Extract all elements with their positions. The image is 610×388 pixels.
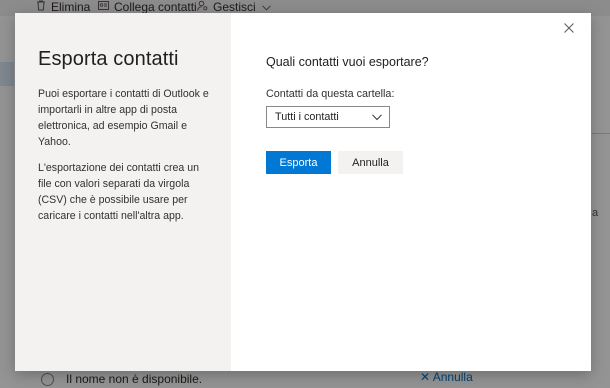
close-icon (564, 23, 574, 33)
export-contacts-dialog: Esporta contatti Puoi esportare i contat… (15, 13, 591, 371)
folder-select-value: Tutti i contatti (275, 111, 339, 123)
chevron-down-icon (372, 112, 382, 124)
dialog-info-panel: Esporta contatti Puoi esportare i contat… (15, 13, 231, 371)
export-button[interactable]: Esporta (266, 151, 331, 174)
dialog-form-panel: Quali contatti vuoi esportare? Contatti … (231, 13, 591, 371)
folder-field-label: Contatti da questa cartella: (266, 88, 395, 100)
modal-overlay: Esporta contatti Puoi esportare i contat… (0, 0, 610, 388)
close-button[interactable] (562, 21, 576, 35)
cancel-button[interactable]: Annulla (338, 151, 403, 174)
dialog-description-1: Puoi esportare i contatti di Outlook e i… (38, 88, 209, 148)
dialog-title: Esporta contatti (38, 48, 179, 70)
export-question: Quali contatti vuoi esportare? (266, 55, 429, 69)
folder-select[interactable]: Tutti i contatti (266, 106, 390, 128)
dialog-description-2: L'esportazione dei contatti crea un file… (38, 162, 200, 222)
